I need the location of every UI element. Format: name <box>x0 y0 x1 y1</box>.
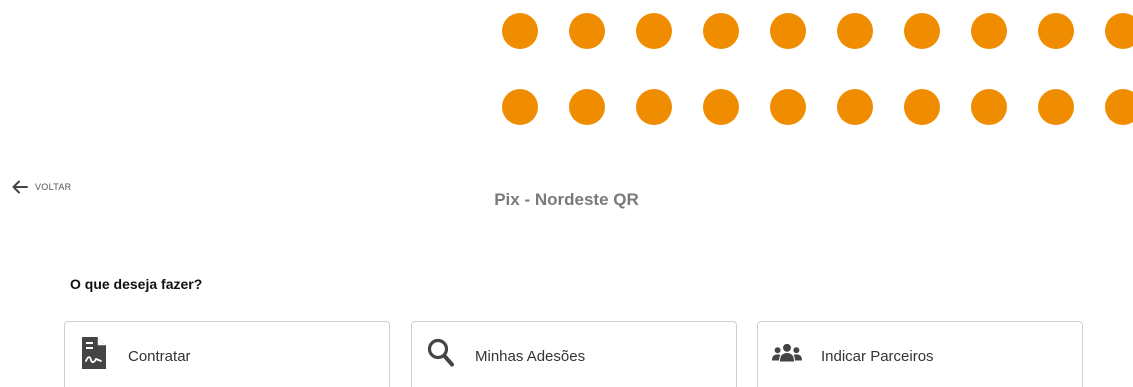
decorative-dot <box>837 13 873 49</box>
decorative-dot <box>703 13 739 49</box>
decorative-dot <box>1038 89 1074 125</box>
card-label: Indicar Parceiros <box>821 348 934 365</box>
decorative-dot <box>971 13 1007 49</box>
decorative-dot <box>569 89 605 125</box>
decorative-dot <box>502 89 538 125</box>
decorative-dot <box>636 89 672 125</box>
decorative-dot <box>837 89 873 125</box>
decorative-dot <box>703 89 739 125</box>
search-icon <box>426 337 456 369</box>
decorative-dot <box>770 13 806 49</box>
decorative-dot <box>904 13 940 49</box>
decorative-dot <box>904 89 940 125</box>
decorative-dot <box>1105 13 1133 49</box>
decorative-dot <box>502 13 538 49</box>
card-indicar-parceiros[interactable]: Indicar Parceiros <box>757 321 1083 387</box>
card-label: Minhas Adesões <box>475 348 586 365</box>
page-title: Pix - Nordeste QR <box>494 190 639 209</box>
card-label: Contratar <box>128 348 191 365</box>
contract-document-icon <box>79 337 109 369</box>
decorative-dot <box>971 89 1007 125</box>
page: VOLTAR Pix - Nordeste QR O que deseja fa… <box>0 0 1133 387</box>
card-minhas-adesoes[interactable]: Minhas Adesões <box>411 321 737 387</box>
section-question: O que deseja fazer? <box>70 276 203 292</box>
decorative-dot <box>1105 89 1133 125</box>
decorative-dot <box>569 13 605 49</box>
decorative-dot <box>1038 13 1074 49</box>
users-group-icon <box>772 337 802 369</box>
decorative-dot-pattern <box>0 0 1133 140</box>
card-contratar[interactable]: Contratar <box>64 321 390 387</box>
decorative-dot <box>636 13 672 49</box>
decorative-dot <box>770 89 806 125</box>
